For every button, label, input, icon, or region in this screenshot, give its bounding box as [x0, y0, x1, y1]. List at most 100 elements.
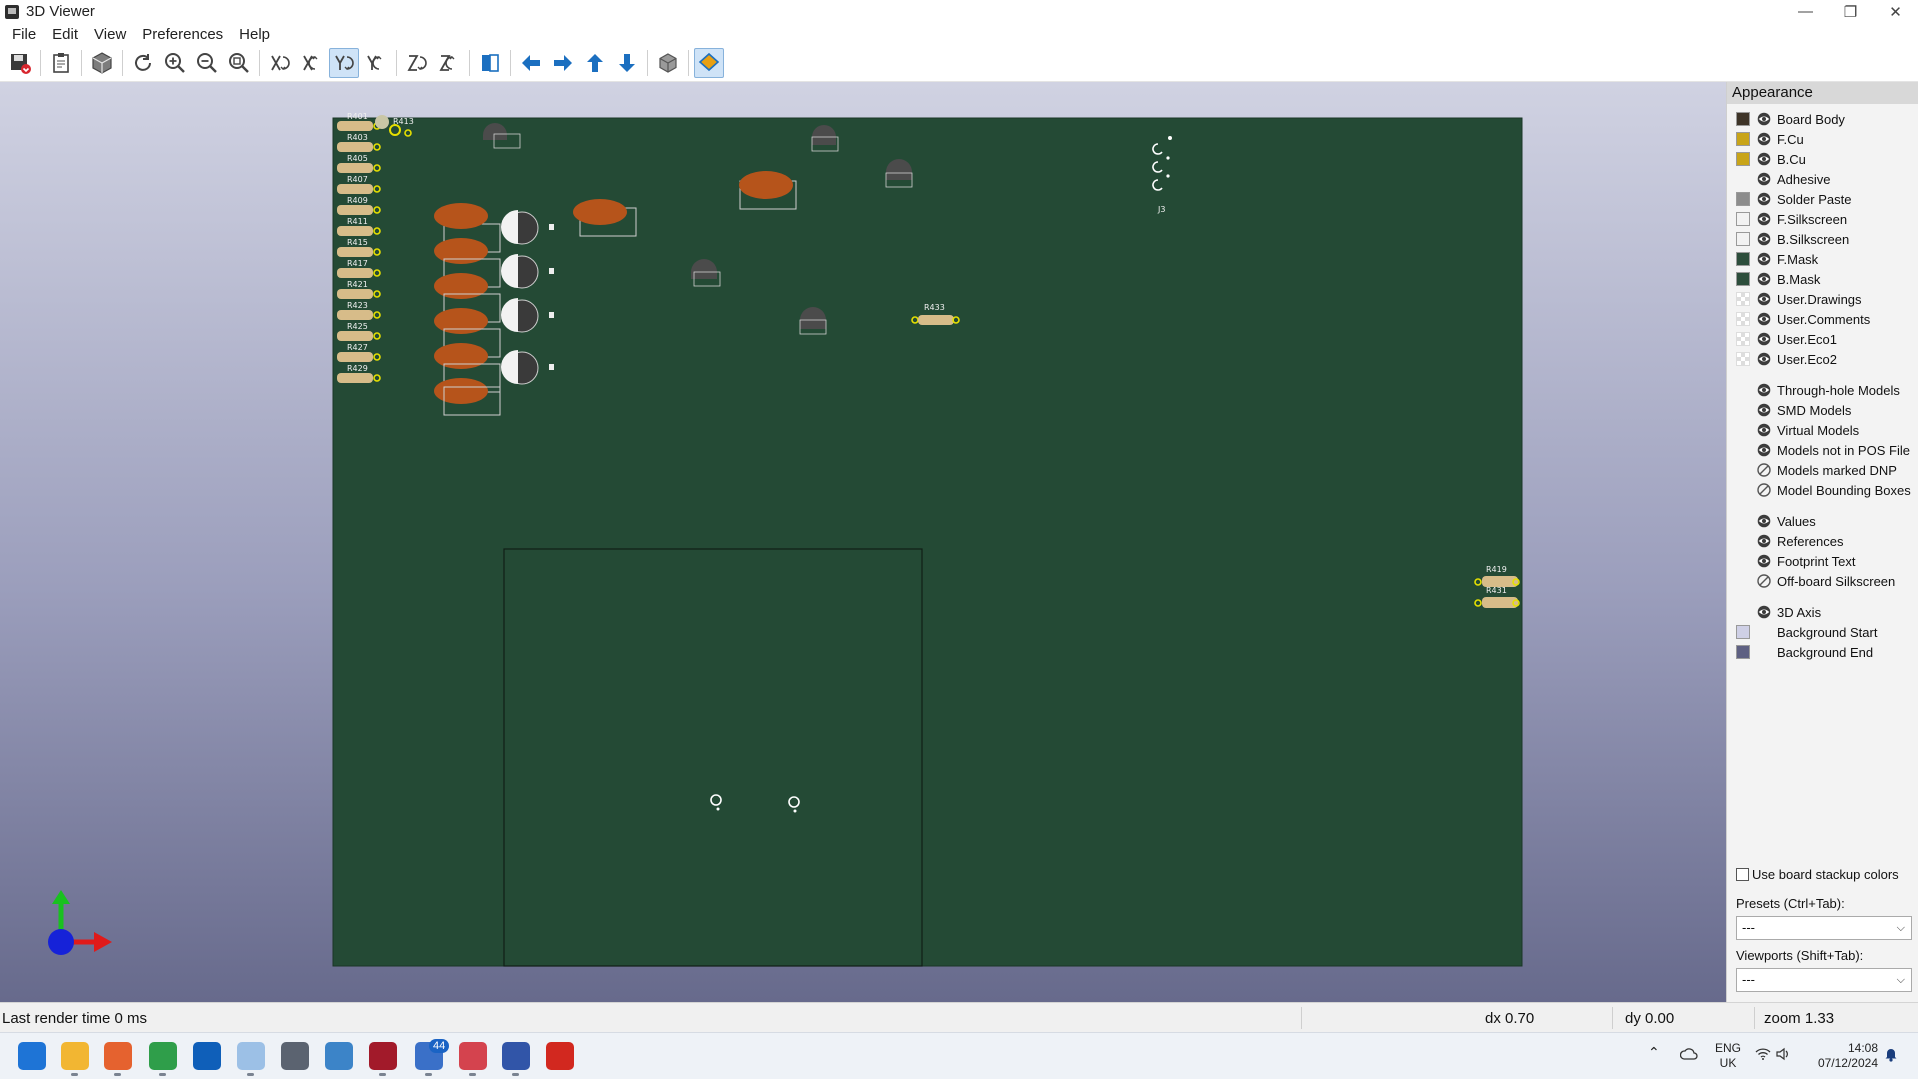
layer-color-swatch[interactable]	[1736, 645, 1750, 659]
layer-row-references[interactable]: References	[1727, 531, 1918, 551]
copy-to-clipboard-button[interactable]	[46, 48, 76, 78]
rotate-x-cw-button[interactable]	[265, 48, 295, 78]
layer-row-background-start[interactable]: Background Start	[1727, 622, 1918, 642]
calculator-icon[interactable]	[281, 1042, 309, 1070]
layer-color-swatch[interactable]	[1736, 252, 1750, 266]
eye-visible-icon[interactable]	[1756, 172, 1772, 186]
layer-row-b-silkscreen[interactable]: B.Silkscreen	[1727, 229, 1918, 249]
eye-visible-icon[interactable]	[1756, 312, 1772, 326]
zoom-in-button[interactable]	[160, 48, 190, 78]
layer-row-user-eco2[interactable]: User.Eco2	[1727, 349, 1918, 369]
eye-visible-icon[interactable]	[1756, 352, 1772, 366]
eye-visible-icon[interactable]	[1756, 403, 1772, 417]
rotate-z-cw-button[interactable]	[402, 48, 432, 78]
layer-row-board-body[interactable]: Board Body	[1727, 109, 1918, 129]
layer-color-swatch[interactable]	[1736, 132, 1750, 146]
layer-row-smd-models[interactable]: SMD Models	[1727, 400, 1918, 420]
layer-row-user-eco1[interactable]: User.Eco1	[1727, 329, 1918, 349]
eye-visible-icon[interactable]	[1756, 514, 1772, 528]
layer-row-f-silkscreen[interactable]: F.Silkscreen	[1727, 209, 1918, 229]
eye-visible-icon[interactable]	[1756, 332, 1772, 346]
save-image-button[interactable]	[5, 48, 35, 78]
layer-row-models-not-in-pos-file[interactable]: Models not in POS File	[1727, 440, 1918, 460]
notification-bell-icon[interactable]	[1884, 1046, 1898, 1066]
layer-row-values[interactable]: Values	[1727, 511, 1918, 531]
show-hidden-icons-icon[interactable]: ⌃	[1648, 1045, 1660, 1060]
eye-visible-icon[interactable]	[1756, 132, 1772, 146]
layer-row-solder-paste[interactable]: Solder Paste	[1727, 189, 1918, 209]
eye-visible-icon[interactable]	[1756, 152, 1772, 166]
control-panel-icon[interactable]	[325, 1042, 353, 1070]
firefox-icon[interactable]	[104, 1042, 132, 1070]
reload-board-button[interactable]	[128, 48, 158, 78]
acrobat-icon[interactable]	[546, 1042, 574, 1070]
eye-visible-icon[interactable]	[1756, 112, 1772, 126]
volume-icon[interactable]	[1775, 1047, 1789, 1065]
layer-row-b-cu[interactable]: B.Cu	[1727, 149, 1918, 169]
eye-visible-icon[interactable]	[1756, 554, 1772, 568]
rotate-z-ccw-button[interactable]	[434, 48, 464, 78]
language-indicator[interactable]: ENG UK	[1715, 1041, 1741, 1071]
kicad-icon[interactable]	[502, 1042, 530, 1070]
restore-button[interactable]: ❐	[1828, 0, 1873, 23]
clock[interactable]: 14:08 07/12/2024	[1810, 1041, 1878, 1071]
zoom-fit-button[interactable]	[224, 48, 254, 78]
close-button[interactable]: ✕	[1873, 0, 1918, 23]
flip-board-button[interactable]	[475, 48, 505, 78]
menu-view[interactable]: View	[86, 26, 134, 43]
presets-dropdown[interactable]: --- ⌵	[1736, 916, 1912, 940]
viewports-dropdown[interactable]: --- ⌵	[1736, 968, 1912, 992]
layer-row-user-drawings[interactable]: User.Drawings	[1727, 289, 1918, 309]
start-icon[interactable]	[18, 1042, 46, 1070]
onedrive-icon[interactable]	[1679, 1048, 1698, 1064]
layers-manager-button[interactable]	[694, 48, 724, 78]
layer-row-3d-axis[interactable]: 3D Axis	[1727, 602, 1918, 622]
layer-row-background-end[interactable]: Background End	[1727, 642, 1918, 662]
layer-color-swatch[interactable]	[1736, 232, 1750, 246]
layer-row-user-comments[interactable]: User.Comments	[1727, 309, 1918, 329]
layer-color-swatch[interactable]	[1736, 272, 1750, 286]
use-stackup-colors-checkbox[interactable]	[1736, 868, 1749, 881]
eye-visible-icon[interactable]	[1756, 534, 1772, 548]
rotate-y-ccw-button[interactable]	[361, 48, 391, 78]
layer-row-footprint-text[interactable]: Footprint Text	[1727, 551, 1918, 571]
3d-settings-button[interactable]	[87, 48, 117, 78]
eye-visible-icon[interactable]	[1756, 272, 1772, 286]
snipping-tool-icon[interactable]	[459, 1042, 487, 1070]
eye-visible-icon[interactable]	[1756, 423, 1772, 437]
move-up-button[interactable]	[580, 48, 610, 78]
zoom-out-button[interactable]	[192, 48, 222, 78]
rotate-y-cw-button[interactable]	[329, 48, 359, 78]
eye-visible-icon[interactable]	[1756, 192, 1772, 206]
eye-hidden-icon[interactable]	[1756, 463, 1772, 477]
eye-visible-icon[interactable]	[1756, 232, 1772, 246]
layer-color-swatch[interactable]	[1736, 625, 1750, 639]
wifi-icon[interactable]	[1755, 1048, 1771, 1064]
layer-row-through-hole-models[interactable]: Through-hole Models	[1727, 380, 1918, 400]
layer-row-models-marked-dnp[interactable]: Models marked DNP	[1727, 460, 1918, 480]
eye-hidden-icon[interactable]	[1756, 574, 1772, 588]
use-stackup-colors-row[interactable]: Use board stackup colors	[1736, 867, 1899, 882]
3d-viewport[interactable]: R401 R403 R405 R407 R409 R411 R415 R417 R421 R423…	[0, 82, 1726, 1002]
layer-color-swatch[interactable]	[1736, 332, 1750, 346]
layer-color-swatch[interactable]	[1736, 152, 1750, 166]
eye-visible-icon[interactable]	[1756, 383, 1772, 397]
minimize-button[interactable]: —	[1783, 0, 1828, 23]
layer-row-model-bounding-boxes[interactable]: Model Bounding Boxes	[1727, 480, 1918, 500]
layer-color-swatch[interactable]	[1736, 292, 1750, 306]
layer-color-swatch[interactable]	[1736, 312, 1750, 326]
orthographic-button[interactable]	[653, 48, 683, 78]
layer-color-swatch[interactable]	[1736, 212, 1750, 226]
rotate-x-ccw-button[interactable]	[297, 48, 327, 78]
layer-color-swatch[interactable]	[1736, 352, 1750, 366]
eye-visible-icon[interactable]	[1756, 212, 1772, 226]
layer-row-f-cu[interactable]: F.Cu	[1727, 129, 1918, 149]
paint-icon[interactable]	[237, 1042, 265, 1070]
eye-visible-icon[interactable]	[1756, 292, 1772, 306]
layer-row-off-board-silkscreen[interactable]: Off-board Silkscreen	[1727, 571, 1918, 591]
layer-row-virtual-models[interactable]: Virtual Models	[1727, 420, 1918, 440]
move-left-button[interactable]	[516, 48, 546, 78]
layer-color-swatch[interactable]	[1736, 192, 1750, 206]
menu-edit[interactable]: Edit	[44, 26, 86, 43]
menu-preferences[interactable]: Preferences	[134, 26, 231, 43]
